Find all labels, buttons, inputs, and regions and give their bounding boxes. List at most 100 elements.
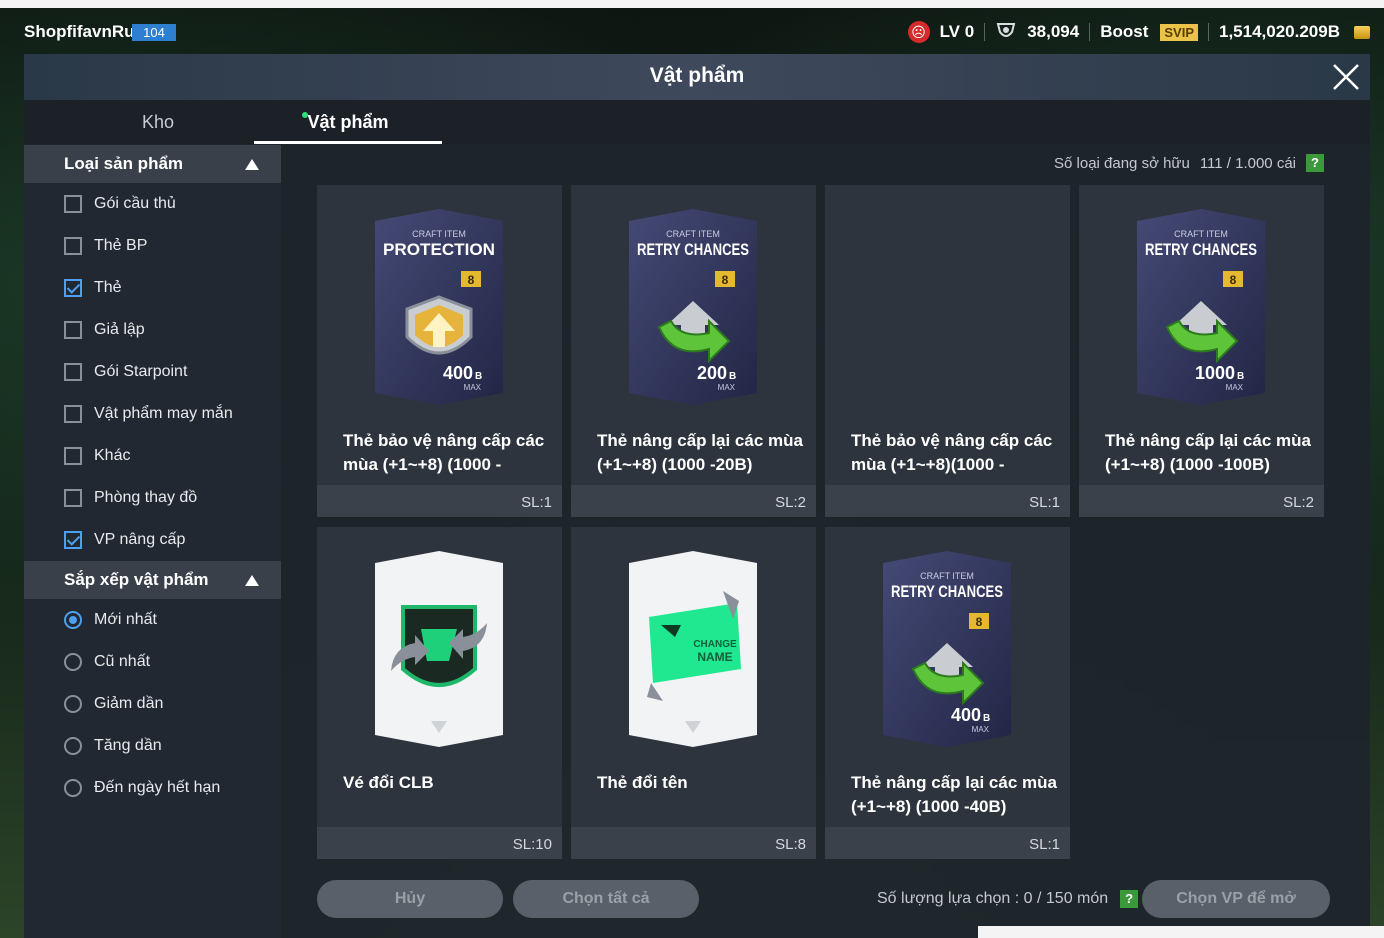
item-name-line: mùa (+1~+8) (1000 - [343,455,502,474]
help-icon[interactable]: ? [1120,890,1139,908]
category-filter-item[interactable]: Thẻ BP [24,225,281,267]
level-badge: 104 [132,24,176,41]
category-filter-item[interactable]: Giả lập [24,309,281,351]
category-header[interactable]: Loại sản phẩm [24,145,281,183]
checkbox[interactable] [64,489,82,507]
category-filter-item[interactable]: Gói cầu thủ [24,183,281,225]
item-card[interactable]: CRAFT ITEM RETRY CHANCES 8 400 B MAX Thẻ nâng … [825,527,1070,859]
category-filter-item[interactable]: Vật phẩm may mắn [24,393,281,435]
sort-header-label: Sắp xếp vật phẩm [64,570,209,589]
category-label: Vật phẩm may mắn [94,405,233,422]
tab-vat-pham[interactable]: Vật phẩm [254,100,442,144]
item-name-line: (+1~+8) (1000 -40B) [851,797,1007,816]
close-icon [1333,64,1359,90]
item-quantity: SL:2 [1283,494,1314,511]
sort-option[interactable]: Giảm dần [24,683,281,725]
cancel-button[interactable]: Hủy [317,880,503,918]
craft-card-art: CRAFT ITEMPROTECTION 8 400 BMAX [375,209,503,405]
item-quantity: SL:2 [775,494,806,511]
item-card[interactable]: CHANGE NAME Thẻ đổi tên SL:8 [571,527,816,859]
item-quantity: SL:1 [1029,494,1060,511]
sort-list: Mới nhất Cũ nhất Giảm dần Tăng dần Đến ngày … [24,599,281,809]
sort-option[interactable]: Đến ngày hết hạn [24,767,281,809]
sort-header[interactable]: Sắp xếp vật phẩm [24,561,281,599]
item-card[interactable]: Thẻ bảo vệ nâng cấp các mùa (+1~+8)(1000 … [825,185,1070,517]
item-name: Thẻ nâng cấp lại các mùa (+1~+8) (1000 -1… [1105,429,1315,477]
sort-label: Cũ nhất [94,653,151,670]
sort-label: Tăng dần [94,737,162,754]
item-name-line: Thẻ bảo vệ nâng cấp các [343,431,545,450]
category-list: Gói cầu thủ Thẻ BP Thẻ Giả lập Gói Starpoint… [24,183,281,561]
category-header-label: Loại sản phẩm [64,154,184,173]
svg-text:PROTECTION: PROTECTION [383,240,495,259]
top-edge [0,0,1384,8]
filter-sidebar: Loại sản phẩm Gói cầu thủ Thẻ BP Thẻ Giả lậ… [24,145,281,938]
sad-face-icon: ☹ [907,21,930,43]
checkbox[interactable] [64,447,82,465]
item-name-line: Thẻ nâng cấp lại các mùa [597,431,803,450]
item-name: Thẻ nâng cấp lại các mùa (+1~+8) (1000 -4… [851,771,1061,819]
radio-button[interactable] [64,695,82,713]
checkbox[interactable] [64,363,82,381]
item-name-line: Thẻ đổi tên [597,773,688,792]
sort-option[interactable]: Tăng dần [24,725,281,767]
panel-title: Vật phẩm [24,54,1370,100]
checkbox[interactable] [64,321,82,339]
category-filter-item[interactable]: Phòng thay đồ [24,477,281,519]
svg-text:CRAFT ITEM: CRAFT ITEM [920,571,974,581]
checkbox[interactable] [64,195,82,213]
sort-option[interactable]: Mới nhất [24,599,281,641]
craft-card-art: CRAFT ITEMRETRY CHANCES 8 1000 BMAX [1137,209,1265,405]
checkbox[interactable] [64,405,82,423]
radio-button[interactable] [64,737,82,755]
items-panel: Vật phẩm Kho Vật phẩm Loại sản phẩm Gói … [24,54,1370,938]
trophy-value: 38,094 [1027,22,1080,41]
item-quantity: SL:1 [1029,836,1060,853]
select-all-button[interactable]: Chọn tất cả [513,880,699,918]
category-filter-item[interactable]: Gói Starpoint [24,351,281,393]
svg-text:RETRY CHANCES: RETRY CHANCES [637,240,749,259]
coin-icon [1354,25,1370,39]
svip-badge: SVIP [1160,23,1198,41]
selection-label: Số lượng lựa chọn : 0 / 150 món [877,890,1109,907]
tab-kho[interactable]: Kho [64,100,252,144]
category-filter-item[interactable]: VP nâng cấp [24,519,281,561]
help-icon[interactable]: ? [1306,154,1324,172]
lv-value: LV 0 [939,22,975,41]
sort-option[interactable]: Cũ nhất [24,641,281,683]
category-label: Phòng thay đồ [94,489,198,506]
item-card[interactable]: CRAFT ITEM PROTECTION 8 400 B MAX Thẻ bảo vệ n… [317,185,562,517]
radio-button[interactable] [64,653,82,671]
item-name-line: Thẻ nâng cấp lại các mùa [1105,431,1311,450]
svg-text:400: 400 [443,363,473,383]
radio-button[interactable] [64,611,82,629]
rename-card-art: CHANGENAME [629,551,757,747]
svg-text:NAME: NAME [697,650,732,664]
svg-text:8: 8 [976,615,983,629]
item-card[interactable]: Vé đổi CLB SL:10 [317,527,562,859]
category-label: Gói cầu thủ [94,195,176,212]
radio-button[interactable] [64,779,82,797]
craft-card-art: CRAFT ITEMRETRY CHANCES 8 200 BMAX [629,209,757,405]
active-tab-underline [254,141,442,144]
checkbox[interactable] [64,279,82,297]
item-name: Thẻ bảo vệ nâng cấp các mùa (+1~+8) (1000… [343,429,553,477]
svg-text:B: B [983,713,990,724]
category-filter-item[interactable]: Khác [24,435,281,477]
svg-text:CRAFT ITEM: CRAFT ITEM [1174,229,1228,239]
item-name-line: Thẻ bảo vệ nâng cấp các [851,431,1053,450]
checkbox[interactable] [64,531,82,549]
open-selected-button[interactable]: Chọn VP để mở [1142,880,1330,918]
owned-label: Số loại đang sở hữu [1054,154,1190,172]
close-button[interactable] [1322,54,1370,100]
svg-text:8: 8 [468,273,475,287]
checkbox[interactable] [64,237,82,255]
item-card[interactable]: CRAFT ITEM RETRY CHANCES 8 1000 B MAX Thẻ nâng… [1079,185,1324,517]
bottom-edge [978,926,1384,938]
item-card[interactable]: CRAFT ITEM RETRY CHANCES 8 200 B MAX Thẻ nâng … [571,185,816,517]
craft-card-art: CRAFT ITEMRETRY CHANCES 8 400 BMAX [883,551,1011,747]
category-filter-item[interactable]: Thẻ [24,267,281,309]
item-quantity: SL:10 [512,836,552,853]
item-name: Thẻ đổi tên [597,771,807,795]
new-dot-icon [302,112,308,118]
